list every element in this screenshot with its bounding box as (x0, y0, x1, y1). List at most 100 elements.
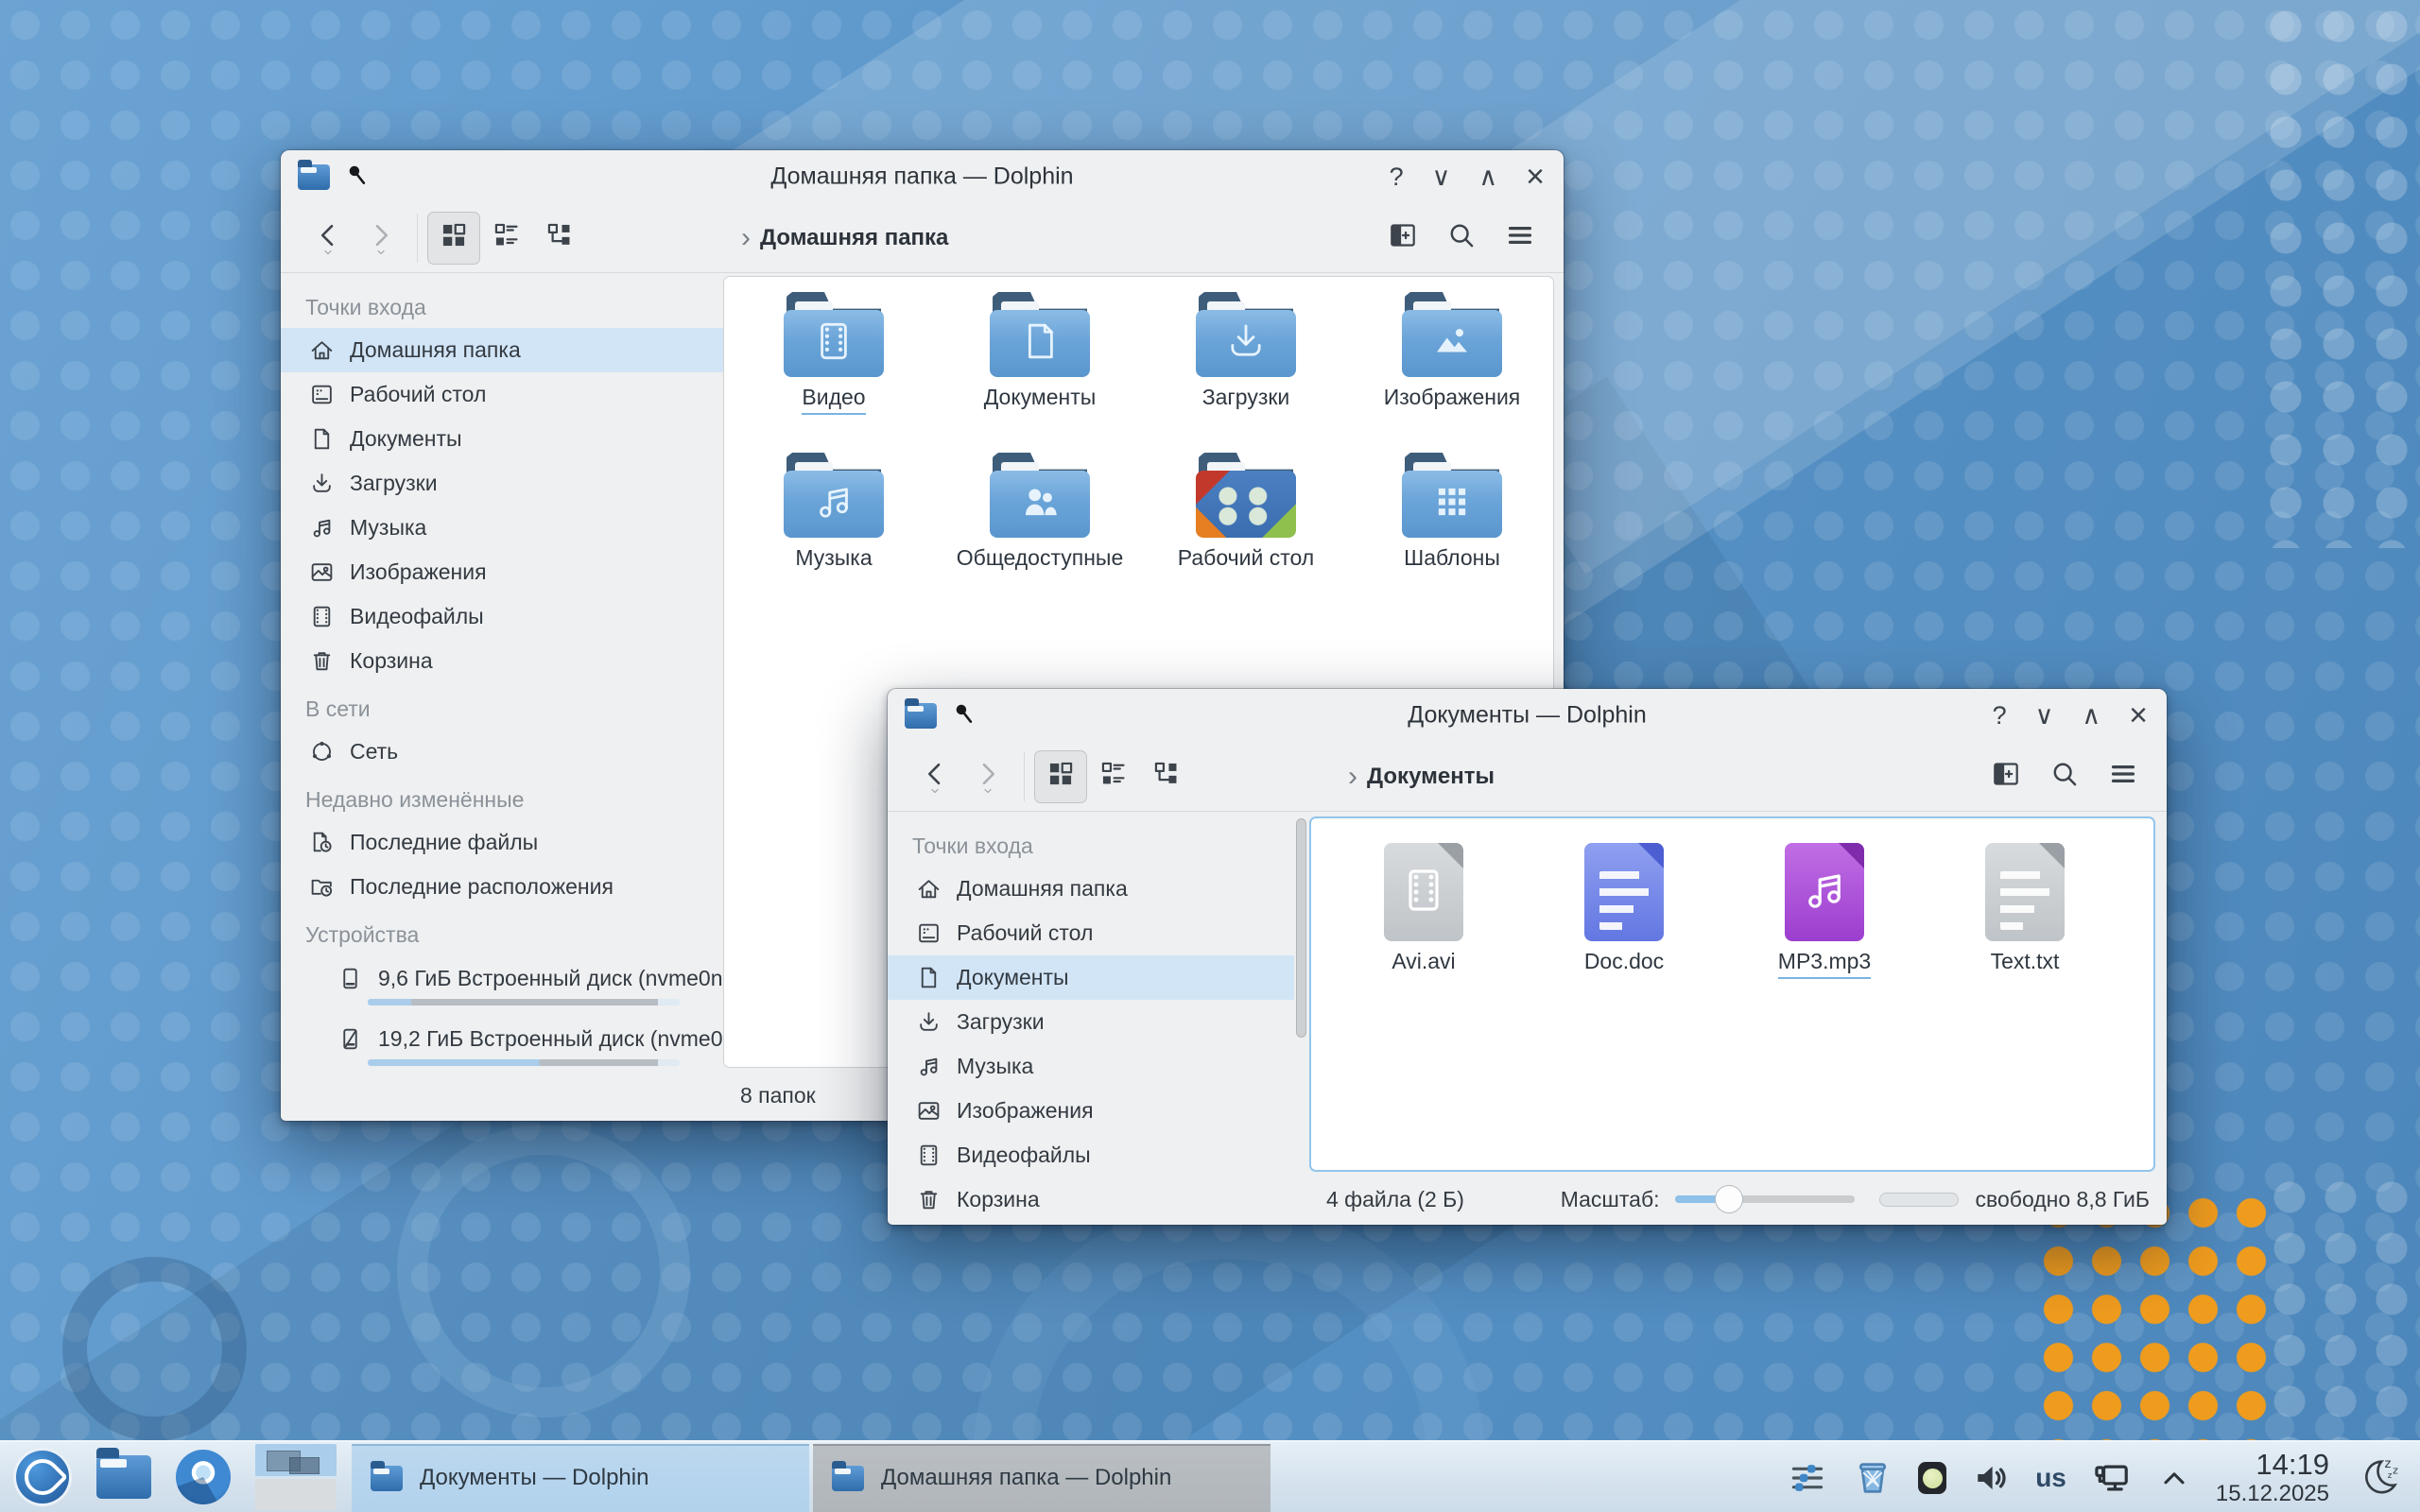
folder-item-1[interactable]: Видео (731, 292, 937, 415)
task-button-documents[interactable]: Документы — Dolphin (352, 1444, 809, 1512)
sidebar-item-network[interactable]: Сеть (281, 730, 723, 774)
scrollbar-thumb[interactable] (1296, 818, 1306, 1038)
sidebar-item-label: Изображения (350, 559, 487, 585)
file-item-4[interactable]: Text.txt (1925, 843, 2125, 974)
forward-button[interactable] (354, 212, 407, 265)
folder-icon (990, 292, 1090, 377)
breadcrumb[interactable]: › Домашняя папка (741, 222, 948, 254)
sidebar-item-download[interactable]: Загрузки (888, 1000, 1294, 1044)
back-button[interactable] (302, 212, 354, 265)
zoom-slider[interactable] (1675, 1195, 1855, 1203)
folder-item-8[interactable]: Шаблоны (1349, 453, 1554, 571)
file-manager-launcher[interactable] (96, 1455, 151, 1499)
titlebar[interactable]: Домашняя папка — Dolphin ? ∨ ∧ × (281, 150, 1564, 203)
wired-network-icon[interactable] (2091, 1457, 2133, 1499)
digital-clock[interactable]: 14:19 15.12.2025 (2216, 1449, 2329, 1507)
folder-item-3[interactable]: Загрузки (1143, 292, 1349, 410)
sidebar-item-document[interactable]: Документы (281, 417, 723, 461)
close-button[interactable]: × (2129, 699, 2148, 731)
sidebar-item-image[interactable]: Изображения (888, 1089, 1294, 1133)
application-launcher-button[interactable] (13, 1448, 72, 1506)
sidebar-item-music[interactable]: Музыка (281, 506, 723, 550)
breadcrumb[interactable]: › Документы (1348, 761, 1495, 793)
maximize-button[interactable]: ∧ (1478, 164, 1497, 190)
clock-time: 14:19 (2216, 1449, 2329, 1482)
sidebar-item-label: Загрузки (957, 1009, 1045, 1035)
virtual-desktop-pager[interactable] (255, 1444, 337, 1510)
breadcrumb-chevron-icon: › (741, 222, 751, 254)
audio-mixer-icon[interactable] (1788, 1458, 1827, 1498)
folder-item-7[interactable]: Рабочий стол (1143, 453, 1349, 571)
browser-launcher[interactable] (176, 1450, 231, 1504)
icons-view-button[interactable] (1034, 750, 1087, 803)
breadcrumb-location[interactable]: Домашняя папка (760, 225, 948, 251)
search-button[interactable] (2038, 750, 2091, 803)
breadcrumb-location[interactable]: Документы (1367, 764, 1495, 790)
file-label: MP3.mp3 (1778, 949, 1871, 979)
details-view-button[interactable] (1140, 750, 1193, 803)
desktop-folder-icon (1196, 471, 1296, 538)
file-item-3[interactable]: MP3.mp3 (1724, 843, 1925, 979)
toolbar-separator (417, 214, 418, 263)
volume-icon[interactable] (1971, 1458, 2011, 1498)
breadcrumb-chevron-icon: › (1348, 761, 1357, 793)
file-item-2[interactable]: Doc.doc (1524, 843, 1724, 974)
sidebar-item-video[interactable]: Видеофайлы (281, 594, 723, 639)
pager-desktop-1[interactable] (255, 1444, 337, 1476)
sidebar-item-home[interactable]: Домашняя папка (281, 328, 723, 372)
folder-item-5[interactable]: Музыка (731, 453, 937, 571)
sidebar-item-video[interactable]: Видеофайлы (888, 1133, 1294, 1177)
folder-label: Рабочий стол (1178, 545, 1314, 571)
split-view-button[interactable] (1979, 750, 2032, 803)
recent-location-icon (309, 874, 335, 900)
split-view-button[interactable] (1376, 212, 1429, 265)
do-not-disturb-icon[interactable]: z z z (2354, 1453, 2403, 1503)
icons-view-button[interactable] (427, 212, 480, 265)
compact-view-button[interactable] (1087, 750, 1140, 803)
folder-item-6[interactable]: Общедоступные (937, 453, 1143, 571)
zoom-slider-handle[interactable] (1715, 1185, 1743, 1213)
menu-button[interactable] (2097, 750, 2150, 803)
sidebar-item-desktop[interactable]: Рабочий стол (281, 372, 723, 417)
close-button[interactable]: × (1526, 161, 1545, 193)
menu-button[interactable] (1494, 212, 1547, 265)
folder-item-4[interactable]: Изображения (1349, 292, 1554, 410)
sidebar-item-recent-file[interactable]: Последние файлы (281, 820, 723, 865)
sidebar-item-trash[interactable]: Корзина (888, 1177, 1294, 1222)
sidebar-item-image[interactable]: Изображения (281, 550, 723, 594)
sidebar-section-header: Точки входа (281, 282, 723, 328)
minimize-button[interactable]: ∨ (2035, 703, 2054, 729)
minimize-button[interactable]: ∨ (1432, 164, 1451, 190)
folder-item-2[interactable]: Документы (937, 292, 1143, 410)
file-item-1[interactable]: Avi.avi (1323, 843, 1524, 974)
help-button[interactable]: ? (1390, 164, 1404, 190)
pager-desktop-2[interactable] (255, 1479, 337, 1511)
trash-icon[interactable] (1852, 1457, 1893, 1499)
sidebar-item-music[interactable]: Музыка (888, 1044, 1294, 1089)
titlebar[interactable]: Документы — Dolphin ? ∨ ∧ × (888, 689, 2167, 742)
forward-button[interactable] (961, 750, 1014, 803)
sidebar-item-document[interactable]: Документы (888, 955, 1294, 1000)
keyboard-layout-indicator[interactable]: us (2035, 1463, 2066, 1493)
file-view[interactable]: Avi.aviDoc.doc MP3.mp3 Text.txt (1309, 816, 2155, 1172)
status-indicator-icon[interactable] (1918, 1462, 1946, 1494)
details-view-button[interactable] (533, 212, 586, 265)
compact-view-button[interactable] (480, 212, 533, 265)
sidebar-item-disk[interactable]: 9,6 ГиБ Встроенный диск (nvme0n… (281, 955, 723, 1016)
help-button[interactable]: ? (1993, 703, 2007, 729)
sidebar-section-header: Устройства (281, 909, 723, 955)
search-button[interactable] (1435, 212, 1488, 265)
sidebar-item-download[interactable]: Загрузки (281, 461, 723, 506)
maximize-button[interactable]: ∧ (2082, 703, 2100, 729)
sidebar-scrollbar[interactable] (1294, 813, 1309, 1225)
task-button-home[interactable]: Домашняя папка — Dolphin (813, 1444, 1270, 1512)
disk-usage-bar (368, 1059, 680, 1066)
sidebar-item-home[interactable]: Домашняя папка (888, 867, 1294, 911)
back-button[interactable] (908, 750, 961, 803)
sidebar-item-disk2[interactable]: 19,2 ГиБ Встроенный диск (nvme0… (281, 1016, 723, 1076)
sidebar-item-recent-location[interactable]: Последние расположения (281, 865, 723, 909)
sidebar-item-desktop[interactable]: Рабочий стол (888, 911, 1294, 955)
expand-tray-icon[interactable] (2157, 1461, 2191, 1495)
sidebar-item-trash[interactable]: Корзина (281, 639, 723, 683)
sidebar-item-label: Сеть (350, 739, 398, 765)
